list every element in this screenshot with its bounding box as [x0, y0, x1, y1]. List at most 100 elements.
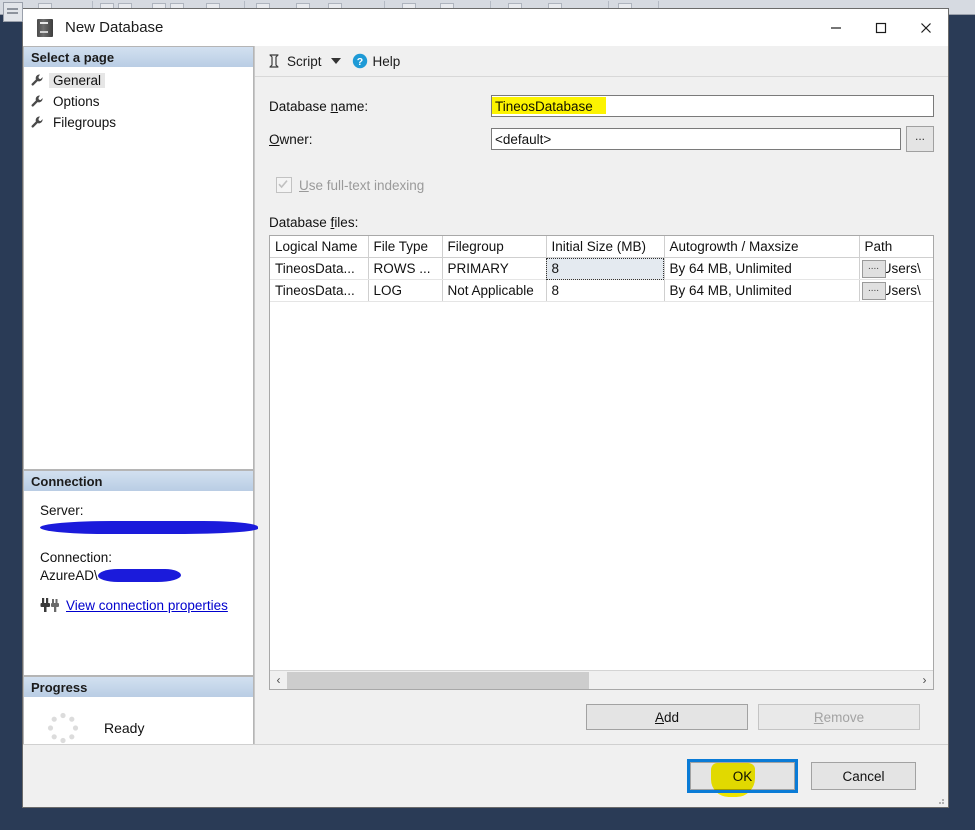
- resize-grip-icon[interactable]: [935, 795, 945, 805]
- database-name-label: Database name:: [269, 98, 369, 114]
- view-connection-properties-row[interactable]: View connection properties: [40, 596, 253, 614]
- table-row[interactable]: TineosData... ROWS ... PRIMARY 8 By 64 M…: [270, 257, 933, 280]
- cell-autogrowth[interactable]: By 64 MB, Unlimited: [664, 257, 860, 280]
- connection-header: Connection: [23, 470, 254, 491]
- server-value-redacted: [40, 521, 258, 534]
- column-header-logical-name[interactable]: Logical Name: [270, 236, 369, 258]
- progress-status: Ready: [104, 720, 145, 736]
- add-button[interactable]: Add: [586, 704, 748, 730]
- wrench-icon: [31, 116, 43, 128]
- progress-row: Ready: [24, 697, 253, 745]
- ok-button-wrap: OK: [687, 759, 798, 797]
- table-header-row: Logical Name File Type Filegroup Initial…: [270, 236, 933, 258]
- connection-details: Server: Connection: AzureAD\ View connec…: [24, 491, 258, 614]
- wrench-icon: [31, 95, 43, 107]
- scroll-right-button[interactable]: ›: [916, 672, 933, 689]
- cell-file-type[interactable]: LOG: [368, 279, 443, 302]
- content-pane: Script ? Help Database name: TineosDatab…: [254, 46, 948, 744]
- general-page-form: Database name: Owner: ...: [255, 77, 948, 744]
- script-icon: [269, 54, 279, 68]
- script-button[interactable]: Script: [261, 49, 327, 73]
- cell-path[interactable]: .... C:\Users\: [859, 257, 933, 280]
- view-connection-properties-link[interactable]: View connection properties: [66, 598, 228, 613]
- help-button[interactable]: ? Help: [347, 49, 406, 73]
- background-toolbar-icon: [3, 2, 23, 22]
- server-label: Server:: [40, 503, 84, 518]
- sidebar-item-options[interactable]: Options: [24, 91, 253, 112]
- sidebar-item-filegroups[interactable]: Filegroups: [24, 112, 253, 133]
- title-bar: New Database: [23, 9, 948, 46]
- path-browse-button[interactable]: ....: [861, 282, 886, 300]
- cell-initial-size[interactable]: 8: [546, 279, 665, 302]
- sidebar-item-label: General: [49, 73, 106, 88]
- minimize-icon: [830, 26, 841, 29]
- script-label: Script: [287, 53, 322, 69]
- spinner-icon: [47, 712, 79, 744]
- owner-label: Owner:: [269, 131, 313, 147]
- use-full-text-indexing-label: Use full-text indexing: [299, 177, 425, 193]
- use-full-text-indexing-row: Use full-text indexing: [276, 177, 934, 193]
- progress-header: Progress: [23, 676, 254, 697]
- chevron-down-icon[interactable]: [330, 58, 341, 64]
- cell-filegroup[interactable]: Not Applicable: [442, 279, 547, 302]
- use-full-text-indexing-checkbox: [276, 177, 292, 193]
- connection-plug-icon: [40, 598, 59, 612]
- path-browse-button[interactable]: ....: [861, 260, 886, 278]
- help-label: Help: [372, 53, 401, 69]
- new-database-dialog: New Database Select a page General Optio…: [22, 8, 949, 808]
- grid-horizontal-scrollbar[interactable]: ‹ ›: [270, 670, 933, 689]
- scroll-left-button[interactable]: ‹: [270, 672, 287, 689]
- sidebar-item-general[interactable]: General: [24, 70, 253, 91]
- cell-file-type[interactable]: ROWS ...: [368, 257, 443, 280]
- database-name-input[interactable]: [491, 95, 934, 117]
- dialog-toolbar: Script ? Help: [255, 46, 948, 77]
- dialog-body: Select a page General Options Filegroups…: [23, 46, 948, 795]
- cell-initial-size[interactable]: 8: [546, 257, 665, 280]
- column-header-file-type[interactable]: File Type: [368, 236, 443, 258]
- sidebar: Select a page General Options Filegroups…: [23, 46, 258, 795]
- sidebar-item-label: Filegroups: [53, 115, 117, 130]
- scrollbar-thumb[interactable]: [287, 671, 589, 689]
- sidebar-item-label: Options: [53, 94, 100, 109]
- owner-input[interactable]: [491, 128, 901, 150]
- database-files-label: Database files:: [269, 215, 359, 230]
- column-header-path[interactable]: Path: [859, 236, 933, 258]
- grid-action-buttons: Add Remove: [269, 690, 934, 744]
- database-files-grid: Logical Name File Type Filegroup Initial…: [269, 235, 934, 690]
- select-a-page-header: Select a page: [23, 46, 254, 67]
- database-server-icon: [37, 18, 53, 37]
- wrench-icon: [31, 74, 43, 86]
- owner-browse-button[interactable]: ...: [906, 126, 934, 152]
- remove-button: Remove: [758, 704, 920, 730]
- grid-empty-area: [270, 302, 933, 670]
- cell-logical-name[interactable]: TineosData...: [270, 257, 369, 280]
- cell-logical-name[interactable]: TineosData...: [270, 279, 369, 302]
- dialog-footer: OK Cancel: [23, 744, 948, 807]
- database-name-input-wrap: [491, 95, 934, 117]
- column-header-initial-size[interactable]: Initial Size (MB): [546, 236, 665, 258]
- connection-user-row: AzureAD\: [40, 568, 253, 583]
- cell-autogrowth[interactable]: By 64 MB, Unlimited: [664, 279, 860, 302]
- ok-button[interactable]: OK: [690, 762, 795, 790]
- database-files-table: Logical Name File Type Filegroup Initial…: [270, 236, 933, 302]
- connection-user-redacted: [97, 569, 181, 582]
- cancel-button[interactable]: Cancel: [811, 762, 916, 790]
- checkmark-icon: [278, 180, 288, 189]
- database-name-row: Database name:: [269, 95, 934, 117]
- table-row[interactable]: TineosData... LOG Not Applicable 8 By 64…: [270, 279, 933, 302]
- connection-panel: Server: Connection: AzureAD\ View connec…: [23, 491, 258, 676]
- maximize-button[interactable]: [858, 9, 903, 46]
- close-button[interactable]: [903, 9, 948, 46]
- cell-filegroup[interactable]: PRIMARY: [442, 257, 547, 280]
- scrollbar-track[interactable]: [287, 671, 916, 689]
- maximize-icon: [875, 22, 886, 33]
- cell-path[interactable]: .... C:\Users\: [859, 279, 933, 302]
- column-header-autogrowth[interactable]: Autogrowth / Maxsize: [664, 236, 860, 258]
- close-icon: [920, 22, 931, 33]
- help-question-icon: ?: [352, 53, 367, 69]
- page-list-panel: General Options Filegroups: [23, 67, 254, 470]
- column-header-filegroup[interactable]: Filegroup: [442, 236, 547, 258]
- minimize-button[interactable]: [813, 9, 858, 46]
- window-controls: [813, 9, 948, 46]
- connection-user-value: AzureAD\: [40, 568, 98, 583]
